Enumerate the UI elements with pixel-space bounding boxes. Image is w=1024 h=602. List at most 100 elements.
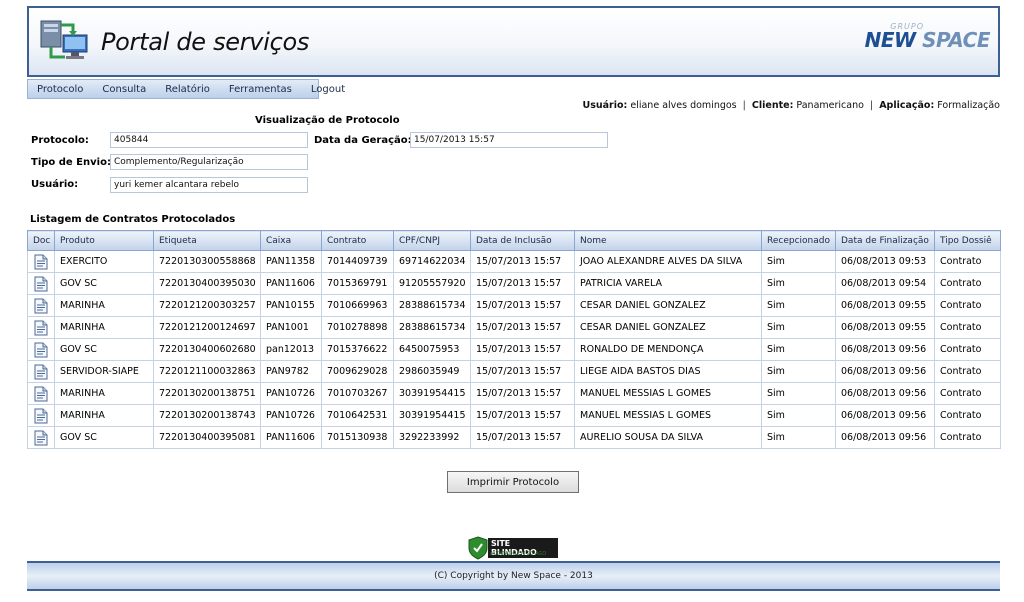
cell-recepcionado: Sim: [761, 338, 836, 361]
cell-cpf-cnpj: 28388615734: [393, 294, 471, 317]
user-label: Usuário:: [582, 100, 628, 111]
document-icon[interactable]: [34, 298, 48, 314]
cell-cpf-cnpj: 30391954415: [393, 404, 471, 427]
document-icon[interactable]: [34, 342, 48, 358]
cell-doc: [27, 426, 55, 449]
section-title: Visualização de Protocolo: [255, 115, 400, 126]
cell-produto: GOV SC: [54, 272, 154, 295]
cell-produto: SERVIDOR-SIAPE: [54, 360, 154, 383]
cell-tipo-dossie: Contrato: [934, 404, 1001, 427]
protocolo-label: Protocolo:: [31, 135, 89, 146]
cell-data-finalizacao: 06/08/2013 09:56: [835, 382, 935, 405]
cell-cpf-cnpj: 91205557920: [393, 272, 471, 295]
contracts-list-title: Listagem de Contratos Protocolados: [30, 214, 236, 225]
document-icon[interactable]: [34, 276, 48, 292]
cell-cpf-cnpj: 69714622034: [393, 250, 471, 273]
cell-tipo-dossie: Contrato: [934, 382, 1001, 405]
table-row: MARINHA 7220130200138743 PAN10726 701064253…: [27, 404, 1001, 427]
cell-data-inclusao: 15/07/2013 15:57: [470, 426, 575, 449]
tipo-envio-field[interactable]: Complemento/Regularização: [110, 154, 308, 170]
cell-cpf-cnpj: 3292233992: [393, 426, 471, 449]
cell-recepcionado: Sim: [761, 382, 836, 405]
cell-data-finalizacao: 06/08/2013 09:56: [835, 338, 935, 361]
cell-doc: [27, 382, 55, 405]
menu-item-protocolo[interactable]: Protocolo: [37, 84, 83, 95]
menu-item-consulta[interactable]: Consulta: [102, 84, 146, 95]
cell-data-inclusao: 15/07/2013 15:57: [470, 250, 575, 273]
column-header-tipo-dossie: Tipo Dossiê: [934, 230, 1001, 251]
cell-doc: [27, 294, 55, 317]
cell-data-inclusao: 15/07/2013 15:57: [470, 404, 575, 427]
brand-new: NEW: [864, 28, 916, 52]
column-header-data-inclusao: Data de Inclusão: [470, 230, 575, 251]
cell-tipo-dossie: Contrato: [934, 338, 1001, 361]
cell-nome: AURELIO SOUSA DA SILVA: [574, 426, 762, 449]
cell-cpf-cnpj: 2986035949: [393, 360, 471, 383]
column-header-data-finalizacao: Data de Finalização: [835, 230, 935, 251]
cell-cpf-cnpj: 30391954415: [393, 382, 471, 405]
cell-data-finalizacao: 06/08/2013 09:55: [835, 316, 935, 339]
menu-item-ferramentas[interactable]: Ferramentas: [229, 84, 292, 95]
table-row: MARINHA 7220121200124697 PAN1001 7010278898…: [27, 316, 1001, 339]
cell-etiqueta: 7220130200138751: [153, 382, 261, 405]
table-row: MARINHA 7220130200138751 PAN10726 701070326…: [27, 382, 1001, 405]
print-protocol-button[interactable]: Imprimir Protocolo: [447, 471, 579, 493]
table-row: GOV SC 7220130400395081 PAN11606 7015130938…: [27, 426, 1001, 449]
cell-nome: CESAR DANIEL GONZALEZ: [574, 316, 762, 339]
cell-tipo-dossie: Contrato: [934, 294, 1001, 317]
table-row: MARINHA 7220121200303257 PAN10155 701066996…: [27, 294, 1001, 317]
column-header-cpf-cnpj: CPF/CNPJ: [393, 230, 471, 251]
cell-doc: [27, 404, 55, 427]
cell-caixa: PAN1001: [260, 316, 322, 339]
client-label: Cliente:: [751, 100, 794, 111]
cell-cpf-cnpj: 28388615734: [393, 316, 471, 339]
document-icon[interactable]: [34, 320, 48, 336]
cell-etiqueta: 7220121200124697: [153, 316, 261, 339]
cell-contrato: 7014409739: [321, 250, 394, 273]
cell-tipo-dossie: Contrato: [934, 360, 1001, 383]
cell-produto: EXERCITO: [54, 250, 154, 273]
data-geracao-label: Data da Geração:: [314, 135, 412, 146]
cell-data-finalizacao: 06/08/2013 09:56: [835, 404, 935, 427]
cell-tipo-dossie: Contrato: [934, 250, 1001, 273]
document-icon[interactable]: [34, 386, 48, 402]
cell-data-finalizacao: 06/08/2013 09:56: [835, 426, 935, 449]
menu-item-logout[interactable]: Logout: [311, 84, 345, 95]
cell-caixa: PAN9782: [260, 360, 322, 383]
data-geracao-field[interactable]: 15/07/2013 15:57: [410, 132, 608, 148]
computer-network-icon: [40, 20, 88, 59]
protocolo-field[interactable]: 405844: [110, 132, 308, 148]
column-header-caixa: Caixa: [260, 230, 322, 251]
site-blindado-seal[interactable]: SITE BLINDADO AUDITADO EM 20-AGO: [468, 536, 558, 560]
cell-caixa: PAN10726: [260, 404, 322, 427]
cell-doc: [27, 272, 55, 295]
document-icon[interactable]: [34, 364, 48, 380]
cell-nome: MANUEL MESSIAS L GOMES: [574, 404, 762, 427]
table-row: GOV SC 7220130400395030 PAN11606 7015369791…: [27, 272, 1001, 295]
column-header-produto: Produto: [54, 230, 154, 251]
brand-logo: GRUPO NEW SPACE: [850, 22, 991, 58]
cell-data-finalizacao: 06/08/2013 09:55: [835, 294, 935, 317]
cell-nome: MANUEL MESSIAS L GOMES: [574, 382, 762, 405]
cell-nome: PATRICIA VARELA: [574, 272, 762, 295]
cell-caixa: PAN10726: [260, 382, 322, 405]
usuario-label: Usuário:: [31, 179, 79, 190]
document-icon[interactable]: [34, 408, 48, 424]
cell-contrato: 7010703267: [321, 382, 394, 405]
cell-recepcionado: Sim: [761, 294, 836, 317]
document-icon[interactable]: [34, 254, 48, 270]
cell-produto: GOV SC: [54, 426, 154, 449]
cell-cpf-cnpj: 6450075953: [393, 338, 471, 361]
cell-recepcionado: Sim: [761, 426, 836, 449]
document-icon[interactable]: [34, 430, 48, 446]
cell-nome: JOAO ALEXANDRE ALVES DA SILVA: [574, 250, 762, 273]
column-header-etiqueta: Etiqueta: [153, 230, 261, 251]
tipo-envio-label: Tipo de Envio:: [31, 157, 111, 168]
contracts-table: Doc Produto Etiqueta Caixa Contrato CPF/…: [27, 230, 1001, 449]
usuario-field[interactable]: yuri kemer alcantara rebelo: [110, 177, 308, 193]
cell-data-finalizacao: 06/08/2013 09:56: [835, 360, 935, 383]
cell-nome: LIEGE AIDA BASTOS DIAS: [574, 360, 762, 383]
copyright-text: (C) Copyright by New Space - 2013: [434, 571, 593, 581]
menu-item-relatorio[interactable]: Relatório: [165, 84, 210, 95]
cell-contrato: 7010278898: [321, 316, 394, 339]
